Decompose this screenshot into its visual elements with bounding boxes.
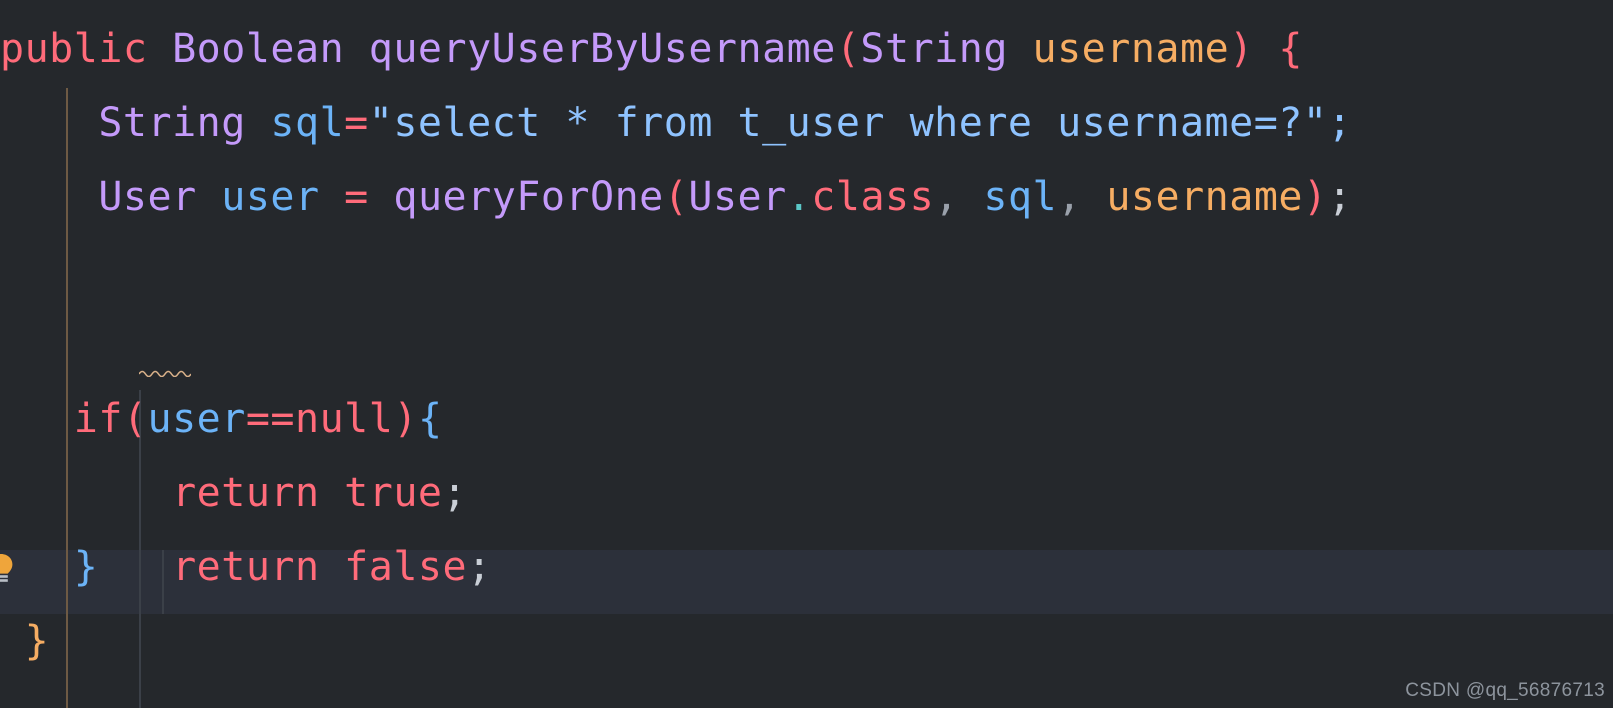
token-return-keyword: return	[172, 470, 320, 516]
code-line-6[interactable]: if(user==null){	[0, 382, 1613, 456]
token-semicolon: ;	[467, 544, 492, 590]
token-open-paren: (	[835, 26, 861, 72]
token-null-literal: null	[295, 396, 394, 442]
token-false-literal: false	[344, 544, 468, 590]
token-username-param: username	[1106, 174, 1303, 220]
token-user-var: user	[147, 396, 246, 442]
token-assign-operator: =	[344, 100, 369, 146]
code-line-7[interactable]: return true;	[0, 456, 1613, 530]
token-open-brace: {	[1278, 26, 1303, 72]
token-user-type: User	[688, 174, 787, 220]
code-line-4-blank[interactable]	[0, 234, 1613, 308]
token-semicolon: ;	[1327, 100, 1353, 146]
token-sql-var: sql	[983, 174, 1058, 220]
token-semicolon: ;	[442, 470, 468, 516]
code-line-1[interactable]: public Boolean queryUserByUsername(Strin…	[0, 12, 1613, 86]
token-comma: ,	[1057, 174, 1082, 220]
token-string-type: String	[98, 100, 246, 146]
token-boolean-type: Boolean	[172, 26, 345, 72]
token-dot: .	[786, 174, 812, 220]
token-if-keyword: if	[73, 396, 123, 442]
token-string-type: String	[860, 26, 1008, 72]
token-return-keyword: return	[172, 544, 320, 590]
code-line-5-blank[interactable]	[0, 308, 1613, 382]
token-sql-string-literal: "select * from t_user where username=?"	[368, 100, 1328, 146]
token-method-name: queryUserByUsername	[368, 26, 836, 72]
token-open-paren: (	[122, 396, 148, 442]
code-line-2[interactable]: String sql="select * from t_user where u…	[0, 86, 1613, 160]
token-close-brace-method: }	[24, 618, 50, 664]
token-user-type: User	[98, 174, 197, 220]
token-equality-operator: ==	[245, 396, 296, 442]
code-line-3[interactable]: User user = queryForOne(User.class, sql,…	[0, 160, 1613, 234]
token-open-paren: (	[663, 174, 689, 220]
code-editor-view[interactable]: public Boolean queryUserByUsername(Strin…	[0, 0, 1613, 708]
token-open-brace: {	[417, 396, 443, 442]
token-close-paren: )	[1302, 174, 1328, 220]
token-close-paren: )	[393, 396, 418, 442]
token-queryforone-call: queryForOne	[393, 174, 664, 220]
token-public: public	[0, 26, 148, 72]
token-user-var: user	[221, 174, 320, 220]
token-username-param: username	[1032, 26, 1230, 72]
token-semicolon: ;	[1327, 174, 1353, 220]
token-class-keyword: class	[811, 174, 935, 220]
token-close-paren: )	[1229, 26, 1254, 72]
code-line-9-current[interactable]: return false;	[0, 530, 1613, 604]
token-assign-operator: =	[344, 174, 369, 220]
token-sql-var: sql	[270, 100, 345, 146]
code-line-10[interactable]: }	[0, 604, 1613, 678]
csdn-watermark: CSDN @qq_56876713	[1405, 680, 1605, 701]
token-true-literal: true	[344, 470, 443, 516]
token-comma: ,	[934, 174, 959, 220]
